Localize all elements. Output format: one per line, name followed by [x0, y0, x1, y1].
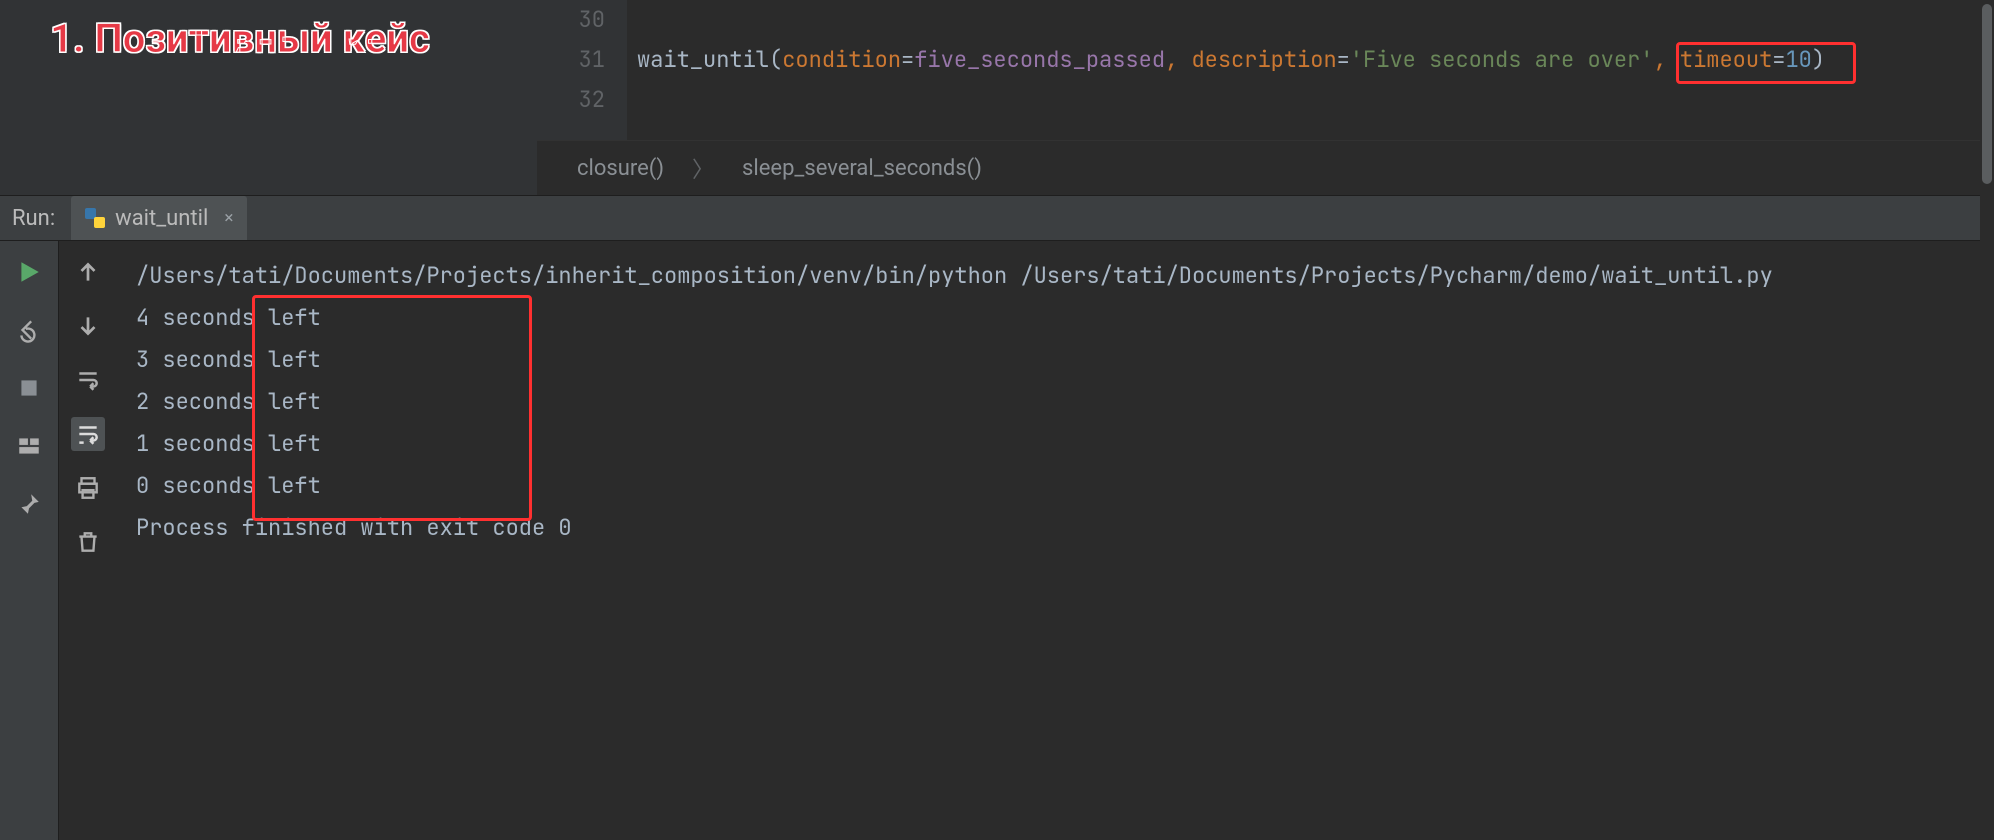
code-token-paren: (: [769, 45, 782, 74]
down-button[interactable]: [71, 309, 105, 343]
code-token-eq: =: [1772, 45, 1785, 74]
stop-button[interactable]: [12, 371, 46, 405]
code-line: [637, 0, 1825, 40]
layout-button[interactable]: [12, 429, 46, 463]
run-tab-label: wait_until: [115, 206, 208, 231]
code-token-kw: description: [1191, 45, 1336, 74]
run-label: Run:: [12, 206, 55, 231]
scroll-to-end-button[interactable]: [71, 417, 105, 451]
code-token-kw: condition: [782, 45, 901, 74]
console-line: 3 seconds left: [136, 339, 1994, 381]
breadcrumbs[interactable]: closure() 〉 sleep_several_seconds(): [537, 140, 1994, 195]
breadcrumb-item[interactable]: closure(): [577, 156, 664, 181]
line-number: 30: [537, 0, 605, 40]
code-token-fn: wait_until: [637, 45, 769, 74]
close-icon[interactable]: ×: [224, 208, 233, 228]
python-icon: [85, 208, 105, 228]
code-token-comma: ,: [1653, 45, 1679, 74]
chevron-right-icon: 〉: [692, 152, 714, 184]
overlay-panel: 1. Позитивный кейс: [0, 0, 537, 195]
rerun-button[interactable]: [12, 255, 46, 289]
run-action-rail: [0, 241, 58, 840]
code-token-comma: ,: [1165, 45, 1191, 74]
code-token-eq: =: [901, 45, 914, 74]
editor-gutter: 30 31 32: [537, 0, 627, 140]
code-token-str: 'Five seconds are over': [1350, 45, 1654, 74]
console-nav-rail: [58, 241, 116, 840]
print-button[interactable]: [71, 471, 105, 505]
up-button[interactable]: [71, 255, 105, 289]
run-tab[interactable]: wait_until ×: [71, 196, 247, 240]
trash-button[interactable]: [71, 525, 105, 559]
pin-button[interactable]: [12, 487, 46, 521]
code-editor[interactable]: 30 31 32 wait_until(condition=five_secon…: [537, 0, 1994, 195]
code-token-var: five_seconds_passed: [914, 45, 1165, 74]
scrollbar-thumb[interactable]: [1982, 4, 1992, 184]
console-line: 1 seconds left: [136, 423, 1994, 465]
code-token-paren: ): [1812, 45, 1825, 74]
ide-root: 1. Позитивный кейс 30 31 32 wait_until(c…: [0, 0, 1994, 840]
console-line: 2 seconds left: [136, 381, 1994, 423]
code-token-num: 10: [1785, 45, 1811, 74]
run-header: Run: wait_until ×: [0, 195, 1994, 241]
code-token-eq: =: [1337, 45, 1350, 74]
code-line: [637, 80, 1825, 120]
settings-button[interactable]: [12, 313, 46, 347]
soft-wrap-button[interactable]: [71, 363, 105, 397]
overlay-title: 1. Позитивный кейс: [50, 15, 430, 62]
vertical-scrollbar[interactable]: [1980, 0, 1994, 840]
console-line: 0 seconds left: [136, 465, 1994, 507]
breadcrumb-item[interactable]: sleep_several_seconds(): [742, 156, 982, 181]
line-number: 32: [537, 80, 605, 120]
line-number: 31: [537, 40, 605, 80]
console-line: /Users/tati/Documents/Projects/inherit_c…: [136, 255, 1994, 297]
console-output[interactable]: /Users/tati/Documents/Projects/inherit_c…: [116, 241, 1994, 840]
console-line: 4 seconds left: [136, 297, 1994, 339]
console-line: Process finished with exit code 0: [136, 507, 1994, 549]
editor-area: 1. Позитивный кейс 30 31 32 wait_until(c…: [0, 0, 1994, 195]
code-line[interactable]: wait_until(condition=five_seconds_passed…: [637, 40, 1825, 80]
code-token-kw: timeout: [1680, 45, 1772, 74]
run-body: /Users/tati/Documents/Projects/inherit_c…: [0, 241, 1994, 840]
editor-body[interactable]: wait_until(condition=five_seconds_passed…: [627, 0, 1825, 140]
